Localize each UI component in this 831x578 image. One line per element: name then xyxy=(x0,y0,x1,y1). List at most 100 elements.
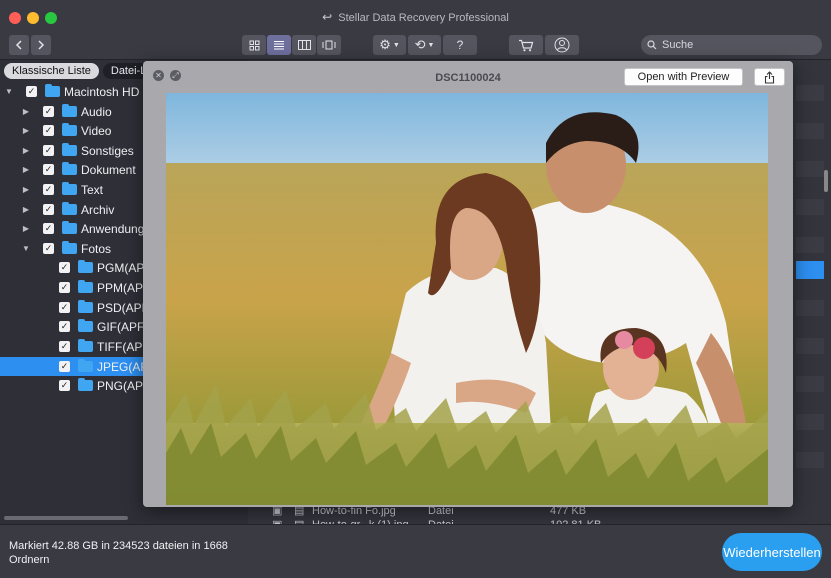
tree-item-label: Anwendung xyxy=(81,221,145,236)
folder-icon xyxy=(62,221,77,234)
checkbox[interactable]: ✓ xyxy=(43,164,54,175)
grid-view-button[interactable] xyxy=(242,35,266,55)
tree-item-label: Audio xyxy=(81,104,112,119)
folder-icon xyxy=(62,182,77,195)
tree-item-label: Text xyxy=(81,182,104,197)
tab-klassische-liste[interactable]: Klassische Liste xyxy=(4,63,99,79)
checkbox[interactable]: ✓ xyxy=(43,145,54,156)
app-back-arrow-icon: ↩ xyxy=(322,10,333,24)
quick-look-preview: ✕ ⤢ DSC1100024 Open with Preview xyxy=(143,61,793,507)
gear-icon: ⚙ xyxy=(379,37,391,52)
checkbox[interactable]: ✓ xyxy=(59,361,70,372)
list-row-stripe xyxy=(796,452,824,468)
folder-icon xyxy=(62,162,77,175)
tree-item-label: Sonstiges xyxy=(81,143,134,158)
checkbox[interactable]: ✓ xyxy=(59,302,70,313)
list-row-stripe xyxy=(796,161,824,177)
coverflow-icon xyxy=(322,40,336,50)
folder-icon xyxy=(62,241,77,254)
list-row-selected[interactable] xyxy=(796,261,824,279)
window-title: ↩ Stellar Data Recovery Professional xyxy=(0,10,831,24)
disclosure-right-icon[interactable]: ▶ xyxy=(21,126,31,135)
cart-button[interactable] xyxy=(509,35,543,55)
share-icon xyxy=(764,70,775,84)
user-icon xyxy=(554,37,570,53)
folder-icon xyxy=(62,202,77,215)
tree-item-label: JPEG(AF xyxy=(97,359,148,374)
folder-icon xyxy=(62,143,77,156)
tree-item-label: Macintosh HD xyxy=(64,84,140,99)
column-view-button[interactable] xyxy=(292,35,316,55)
preview-photo xyxy=(166,93,768,505)
folder-icon xyxy=(45,84,60,97)
search-icon xyxy=(647,40,657,50)
forward-button[interactable] xyxy=(31,35,51,55)
list-scrollbar[interactable] xyxy=(824,170,828,192)
tree-item-label: Dokument xyxy=(81,162,136,177)
tree-item-label: Fotos xyxy=(81,241,112,256)
checkbox[interactable]: ✓ xyxy=(43,184,54,195)
settings-menu-button[interactable]: ⚙ ▼ xyxy=(373,35,406,55)
title-bar: ↩ Stellar Data Recovery Professional xyxy=(0,0,831,32)
search-placeholder: Suche xyxy=(662,39,694,51)
checkbox[interactable]: ✓ xyxy=(59,341,70,352)
disclosure-right-icon[interactable]: ▶ xyxy=(21,185,31,194)
disclosure-right-icon[interactable]: ▶ xyxy=(21,107,31,116)
folder-icon xyxy=(62,104,77,117)
back-button[interactable] xyxy=(9,35,29,55)
checkbox[interactable]: ✓ xyxy=(26,86,37,97)
list-view-button[interactable] xyxy=(267,35,291,55)
columns-icon xyxy=(297,40,311,50)
list-row-stripe xyxy=(796,237,824,253)
coverflow-view-button[interactable] xyxy=(317,35,341,55)
disclosure-right-icon[interactable]: ▶ xyxy=(21,165,31,174)
checkbox[interactable]: ✓ xyxy=(59,262,70,273)
checkbox[interactable]: ✓ xyxy=(43,243,54,254)
folder-icon xyxy=(78,280,93,293)
sidebar-scrollbar[interactable] xyxy=(4,516,128,520)
tree-item-label: Archiv xyxy=(81,202,115,217)
share-button[interactable] xyxy=(754,68,785,86)
checkbox[interactable]: ✓ xyxy=(43,106,54,117)
disclosure-down-icon[interactable]: ▼ xyxy=(21,244,31,253)
folder-icon xyxy=(78,319,93,332)
recover-button-label: Wiederherstellen xyxy=(723,544,821,560)
selection-summary: Markiert 42.88 GB in 234523 dateien in 1… xyxy=(9,540,228,566)
disclosure-right-icon[interactable]: ▶ xyxy=(21,205,31,214)
chevron-left-icon xyxy=(15,40,22,50)
disclosure-right-icon[interactable]: ▶ xyxy=(21,146,31,155)
chevron-right-icon xyxy=(38,40,45,50)
open-with-preview-button[interactable]: Open with Preview xyxy=(624,68,743,86)
list-row-stripe xyxy=(796,85,824,101)
tree-item-label: PSD(APF xyxy=(97,300,150,315)
checkbox[interactable]: ✓ xyxy=(43,204,54,215)
tree-item-label: TIFF(APF xyxy=(97,339,150,354)
status-bar: Markiert 42.88 GB in 234523 dateien in 1… xyxy=(0,524,831,578)
history-icon: ⟲ xyxy=(414,37,426,52)
folder-icon xyxy=(78,339,93,352)
disclosure-down-icon[interactable]: ▼ xyxy=(4,87,14,96)
checkbox[interactable]: ✓ xyxy=(59,321,70,332)
list-row-stripe xyxy=(796,199,824,215)
help-button[interactable]: ? xyxy=(443,35,477,55)
tree-item-label: Video xyxy=(81,123,112,138)
checkbox[interactable]: ✓ xyxy=(43,223,54,234)
folder-icon xyxy=(78,359,93,372)
history-menu-button[interactable]: ⟲ ▼ xyxy=(408,35,441,55)
open-with-preview-label: Open with Preview xyxy=(637,71,730,83)
recover-button[interactable]: Wiederherstellen xyxy=(722,533,822,571)
dropdown-arrow-icon: ▼ xyxy=(427,41,435,49)
list-row-stripe xyxy=(796,123,824,139)
folder-icon xyxy=(78,300,93,313)
list-row-stripe xyxy=(796,414,824,430)
window-title-text: Stellar Data Recovery Professional xyxy=(338,12,509,24)
family-photo-image xyxy=(166,93,768,505)
checkbox[interactable]: ✓ xyxy=(43,125,54,136)
checkbox[interactable]: ✓ xyxy=(59,380,70,391)
disclosure-right-icon[interactable]: ▶ xyxy=(21,224,31,233)
folder-icon xyxy=(78,260,93,273)
account-button[interactable] xyxy=(545,35,579,55)
search-field[interactable]: Suche xyxy=(641,35,822,55)
checkbox[interactable]: ✓ xyxy=(59,282,70,293)
list-row-stripe xyxy=(796,300,824,316)
